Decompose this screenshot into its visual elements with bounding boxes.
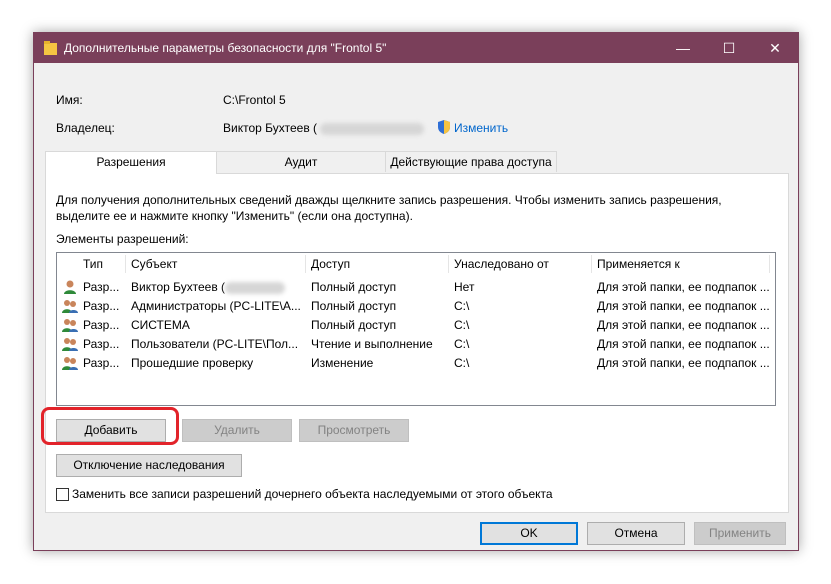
- cancel-button[interactable]: Отмена: [587, 522, 685, 545]
- permission-list[interactable]: Тип Субъект Доступ Унаследовано от Приме…: [56, 252, 776, 406]
- column-header-applies[interactable]: Применяется к: [597, 257, 680, 271]
- table-row[interactable]: Разр... Виктор Бухтеев ( Полный доступ Н…: [57, 278, 775, 297]
- users-icon: [62, 300, 78, 313]
- add-button-highlight: [41, 407, 179, 445]
- table-row[interactable]: Разр... СИСТЕМА Полный доступ C:\ Для эт…: [57, 316, 775, 335]
- maximize-button[interactable]: ☐: [706, 33, 752, 63]
- column-header-type[interactable]: Тип: [83, 257, 103, 271]
- permissions-panel: Для получения дополнительных сведений дв…: [45, 173, 789, 513]
- name-label: Имя:: [56, 93, 83, 107]
- column-header-inherited[interactable]: Унаследовано от: [454, 257, 549, 271]
- close-button[interactable]: ✕: [752, 33, 798, 63]
- apply-button[interactable]: Применить: [694, 522, 786, 545]
- minimize-button[interactable]: —: [660, 33, 706, 63]
- window-title: Дополнительные параметры безопасности дл…: [64, 41, 387, 55]
- disable-inheritance-button[interactable]: Отключение наследования: [56, 454, 242, 477]
- name-value: C:\Frontol 5: [223, 93, 286, 107]
- users-icon: [62, 338, 78, 351]
- users-icon: [62, 357, 78, 370]
- ok-button[interactable]: OK: [480, 522, 578, 545]
- replace-permissions-checkbox[interactable]: [56, 488, 69, 501]
- tab-effective-access[interactable]: Действующие права доступа: [385, 151, 557, 172]
- shield-icon: [438, 120, 450, 134]
- security-dialog: Дополнительные параметры безопасности дл…: [33, 32, 799, 551]
- table-row[interactable]: Разр... Пользователи (PC-LITE\Пол... Чте…: [57, 335, 775, 354]
- view-button[interactable]: Просмотреть: [299, 419, 409, 442]
- table-row[interactable]: Разр... Администраторы (PC-LITE\A... Пол…: [57, 297, 775, 316]
- owner-value: Виктор Бухтеев (: [223, 121, 318, 135]
- user-icon: [64, 280, 76, 294]
- remove-button[interactable]: Удалить: [182, 419, 292, 442]
- users-icon: [62, 319, 78, 332]
- tab-audit[interactable]: Аудит: [215, 151, 387, 172]
- owner-label: Владелец:: [56, 121, 115, 135]
- list-title: Элементы разрешений:: [56, 232, 189, 246]
- column-header-access[interactable]: Доступ: [311, 257, 350, 271]
- table-row[interactable]: Разр... Прошедшие проверку Изменение C:\…: [57, 354, 775, 373]
- change-owner-link[interactable]: Изменить: [454, 121, 508, 135]
- column-header-subject[interactable]: Субъект: [131, 257, 177, 271]
- title-bar: Дополнительные параметры безопасности дл…: [34, 33, 798, 63]
- redacted-owner: [320, 123, 424, 135]
- folder-icon: [44, 41, 57, 55]
- description-text: Для получения дополнительных сведений дв…: [56, 193, 722, 223]
- tab-permissions[interactable]: Разрешения: [45, 151, 217, 174]
- replace-permissions-label[interactable]: Заменить все записи разрешений дочернего…: [72, 487, 553, 501]
